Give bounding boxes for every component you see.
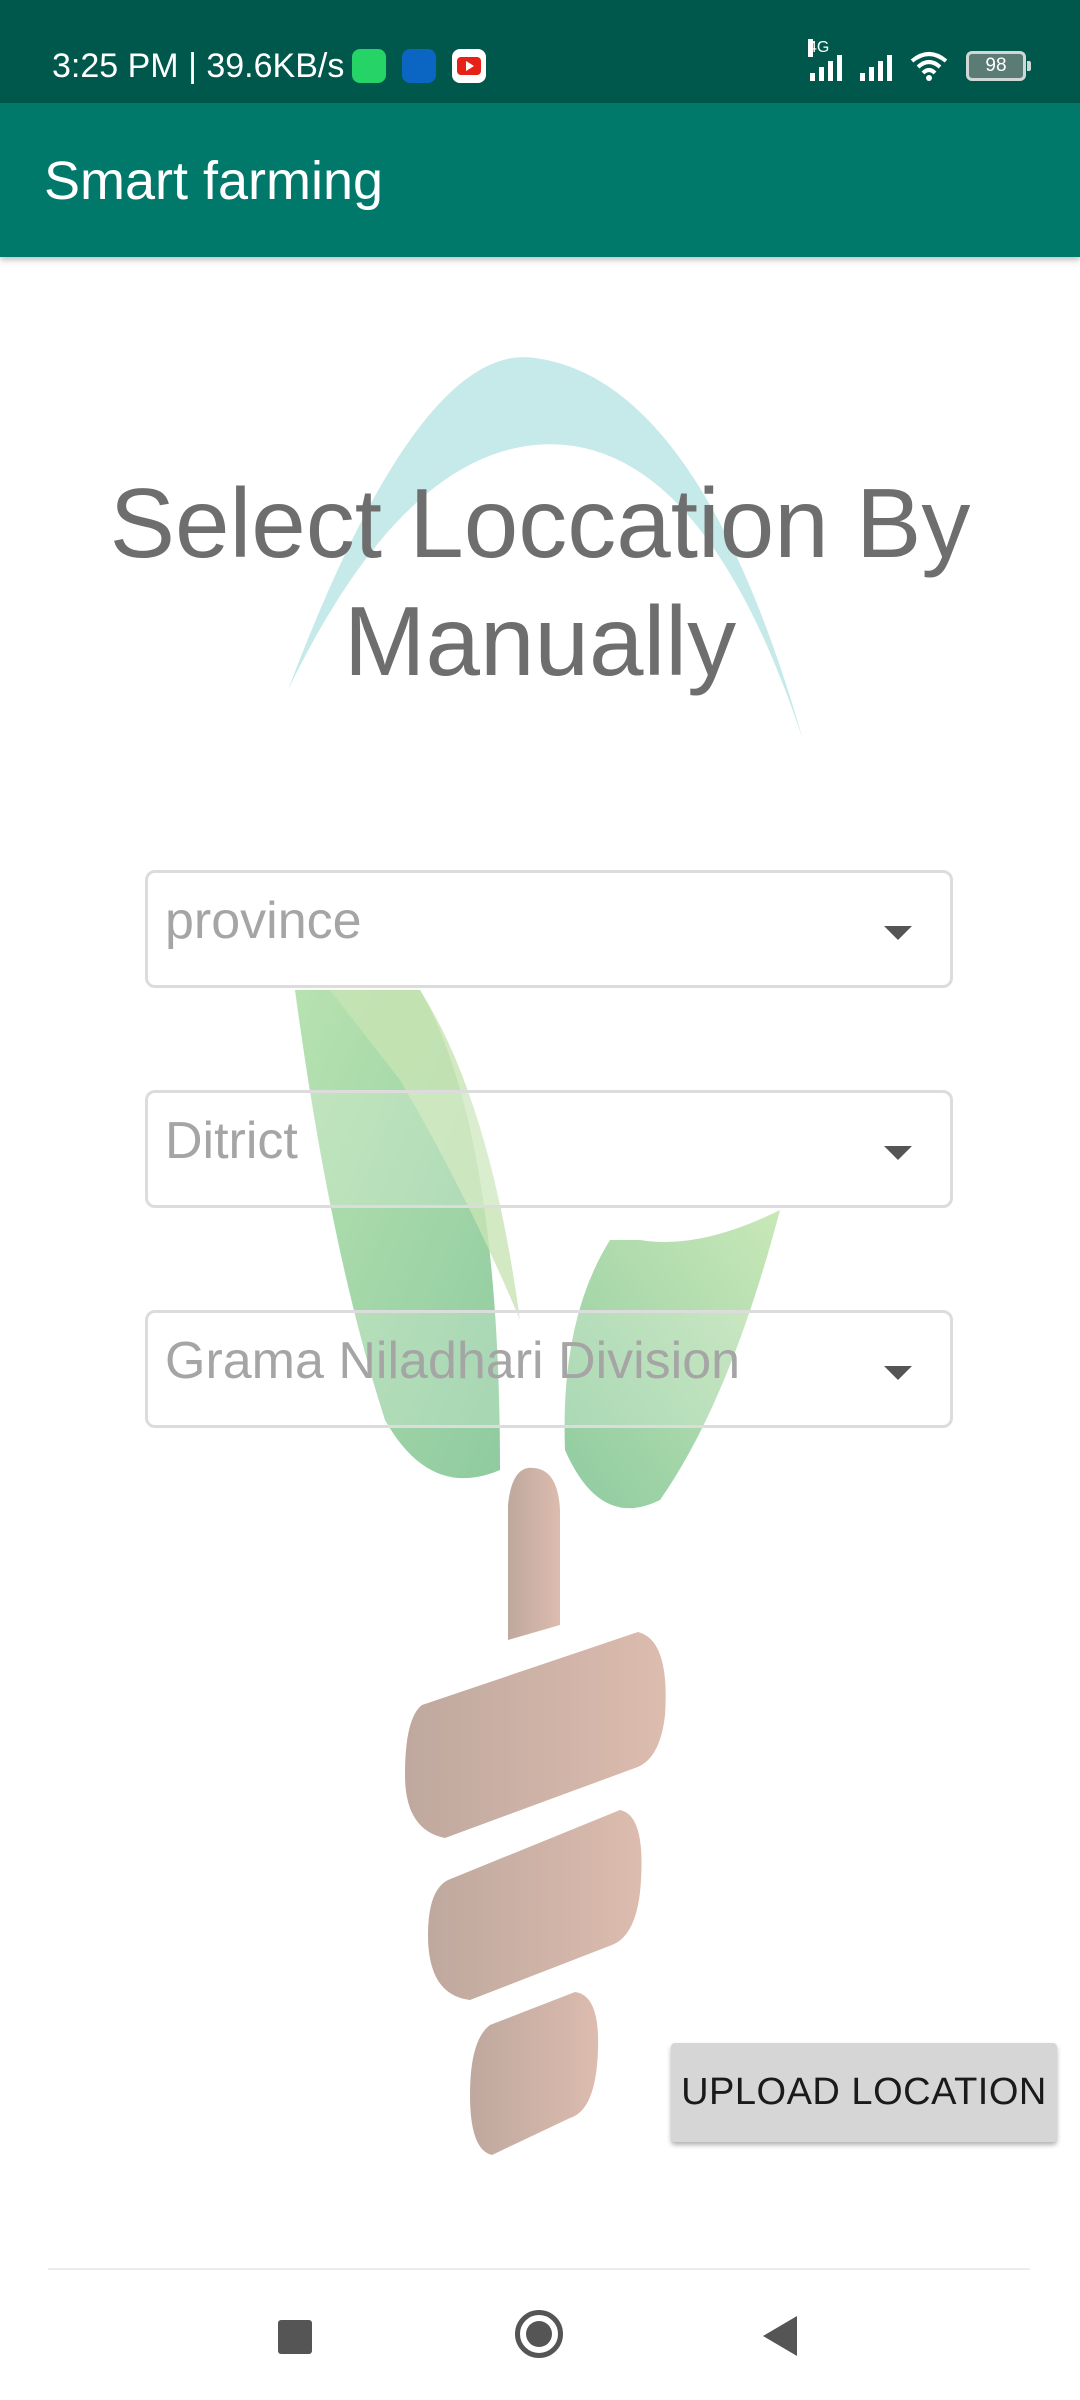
province-dropdown[interactable]: province bbox=[145, 870, 953, 988]
battery-icon: 98 bbox=[966, 51, 1031, 81]
status-indicators: 4G 98 bbox=[808, 39, 1031, 88]
district-dropdown[interactable]: Ditrict bbox=[145, 1090, 953, 1208]
battery-level: 98 bbox=[985, 55, 1007, 76]
chevron-down-icon bbox=[884, 926, 912, 940]
district-dropdown-text: Ditrict bbox=[165, 1112, 298, 1170]
chevron-down-icon bbox=[884, 1366, 912, 1380]
home-icon[interactable] bbox=[515, 2310, 563, 2358]
upload-location-button[interactable]: UPLOAD LOCATION bbox=[671, 2043, 1057, 2142]
status-bar: 3:25 PM | 39.6KB/s 4G 98 bbox=[0, 0, 1080, 103]
app-bar: Smart farming bbox=[0, 103, 1080, 257]
logo-finger-2 bbox=[428, 1810, 642, 2000]
linkedin-icon bbox=[402, 49, 436, 83]
page-title: Select Loccation By Manually bbox=[109, 468, 971, 696]
network-type-label: 4G bbox=[808, 39, 830, 57]
whatsapp-icon bbox=[352, 49, 386, 83]
signal-icon-2 bbox=[860, 51, 892, 81]
status-time-speed: 3:25 PM | 39.6KB/s bbox=[52, 47, 345, 85]
signal-icon: 4G bbox=[808, 39, 842, 81]
chevron-down-icon bbox=[884, 1146, 912, 1160]
navigation-bar bbox=[0, 2270, 1080, 2400]
wifi-icon bbox=[910, 52, 948, 81]
logo-finger-3 bbox=[470, 1992, 599, 2155]
logo-thumb bbox=[508, 1467, 560, 1640]
youtube-icon bbox=[452, 49, 486, 83]
logo-finger-1 bbox=[405, 1632, 666, 1838]
province-dropdown-text: province bbox=[165, 892, 362, 950]
gn-division-dropdown[interactable]: Grama Niladhari Division bbox=[145, 1310, 953, 1428]
back-icon[interactable] bbox=[763, 2316, 797, 2356]
notification-icons bbox=[352, 49, 486, 83]
recent-apps-icon[interactable] bbox=[278, 2320, 312, 2354]
app-title: Smart farming bbox=[44, 151, 384, 211]
gn-division-dropdown-text: Grama Niladhari Division bbox=[165, 1332, 741, 1390]
